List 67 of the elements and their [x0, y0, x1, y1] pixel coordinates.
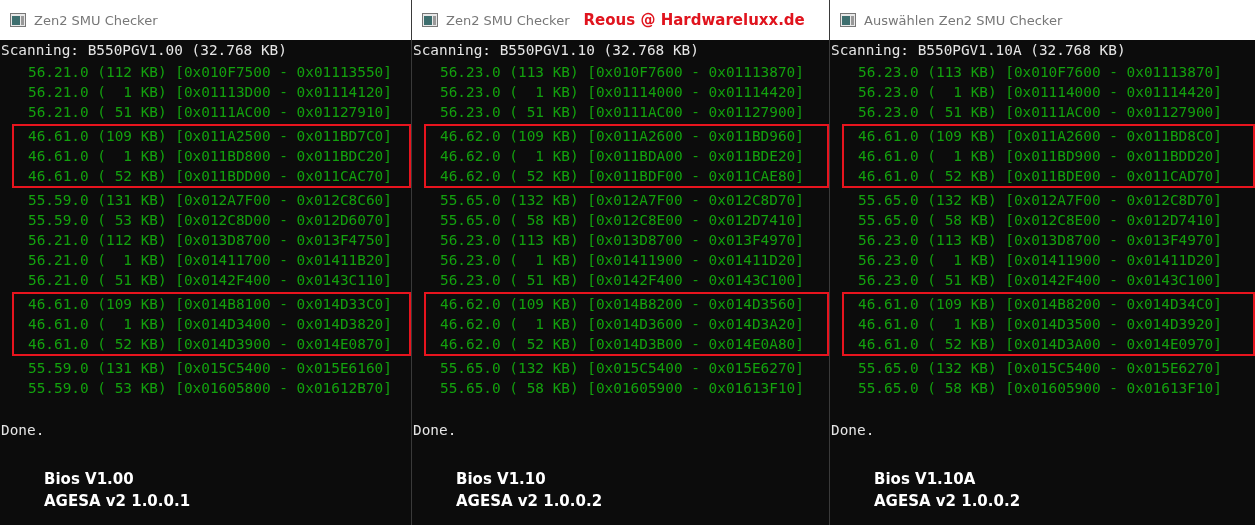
module-entry: 46.61.0 ( 1 KB) [0x014D3400 - 0x014D3820] [28, 316, 392, 332]
module-entry: 56.23.0 ( 51 KB) [0x0142F400 - 0x0143C100] [858, 272, 1222, 288]
window-title: Zen2 SMU Checker [34, 12, 158, 28]
window-title: Zen2 SMU Checker [446, 12, 570, 28]
module-entry: 55.65.0 ( 58 KB) [0x012C8E00 - 0x012D7410] [858, 212, 1222, 228]
module-entry: 55.59.0 (131 KB) [0x012A7F00 - 0x012C8C60] [28, 192, 392, 208]
done-line: Done. [830, 421, 876, 440]
module-entry: 56.21.0 ( 51 KB) [0x0142F400 - 0x0143C110] [28, 272, 392, 288]
module-entry: 56.23.0 ( 51 KB) [0x0111AC00 - 0x01127900] [858, 104, 1222, 120]
module-entry: 46.62.0 ( 52 KB) [0x014D3B00 - 0x014E0A80] [440, 336, 804, 352]
console-app-icon [840, 13, 856, 27]
console-app-icon [422, 13, 438, 27]
module-entry: 46.61.0 (109 KB) [0x011A2600 - 0x011BD8C0] [858, 128, 1222, 144]
module-entry: 46.62.0 (109 KB) [0x011A2600 - 0x011BD960] [440, 128, 804, 144]
version-note: Bios V1.00 [44, 470, 135, 488]
module-entry: 46.61.0 ( 1 KB) [0x014D3500 - 0x014D3920] [858, 316, 1222, 332]
module-entry: 46.62.0 ( 1 KB) [0x011BDA00 - 0x011BDE20] [440, 148, 804, 164]
module-entry: 55.65.0 (132 KB) [0x015C5400 - 0x015E6270] [440, 360, 804, 376]
version-note: AGESA v2 1.0.0.2 [456, 492, 604, 510]
module-entry: 56.23.0 (113 KB) [0x010F7600 - 0x01113870] [858, 64, 1222, 80]
module-entry: 46.61.0 ( 52 KB) [0x011BDE00 - 0x011CAD70] [858, 168, 1222, 184]
module-entry: 46.61.0 ( 52 KB) [0x011BDD00 - 0x011CAC70] [28, 168, 392, 184]
module-entry: 55.65.0 ( 58 KB) [0x01605900 - 0x01613F10] [440, 380, 804, 396]
module-entry: 56.23.0 ( 1 KB) [0x01411900 - 0x01411D20] [858, 252, 1222, 268]
done-line: Done. [412, 421, 458, 440]
module-entry: 56.21.0 (112 KB) [0x010F7500 - 0x01113550] [28, 64, 392, 80]
module-entry: 56.21.0 ( 51 KB) [0x0111AC00 - 0x01127910] [28, 104, 392, 120]
console-app-icon [10, 13, 26, 27]
module-entry: 56.21.0 ( 1 KB) [0x01411700 - 0x01411B20] [28, 252, 392, 268]
module-entry: 46.61.0 ( 1 KB) [0x011BD900 - 0x011BDD20] [858, 148, 1222, 164]
module-entry: 55.65.0 (132 KB) [0x015C5400 - 0x015E6270] [858, 360, 1222, 376]
module-entry: 46.61.0 ( 52 KB) [0x014D3900 - 0x014E0870] [28, 336, 392, 352]
module-entry: 55.65.0 (132 KB) [0x012A7F00 - 0x012C8D70] [858, 192, 1222, 208]
module-entry: 46.62.0 (109 KB) [0x014B8200 - 0x014D3560] [440, 296, 804, 312]
scanning-line: Scanning: B550PGV1.10 (32.768 KB) [412, 41, 700, 60]
module-entry: 56.21.0 (112 KB) [0x013D8700 - 0x013F4750] [28, 232, 392, 248]
module-entry: 56.23.0 (113 KB) [0x013D8700 - 0x013F4970] [858, 232, 1222, 248]
module-entry: 56.23.0 ( 1 KB) [0x01114000 - 0x01114420] [440, 84, 804, 100]
scanning-line: Scanning: B550PGV1.00 (32.768 KB) [0, 41, 288, 60]
module-entry: 46.62.0 ( 52 KB) [0x011BDF00 - 0x011CAE80] [440, 168, 804, 184]
module-entry: 56.23.0 ( 1 KB) [0x01114000 - 0x01114420] [858, 84, 1222, 100]
window-title: Auswählen Zen2 SMU Checker [864, 12, 1063, 28]
version-note: AGESA v2 1.0.0.1 [44, 492, 192, 510]
module-entry: 55.65.0 ( 58 KB) [0x012C8E00 - 0x012D7410] [440, 212, 804, 228]
version-note: AGESA v2 1.0.0.2 [874, 492, 1022, 510]
module-entry: 55.65.0 (132 KB) [0x012A7F00 - 0x012C8D70] [440, 192, 804, 208]
module-entry: 55.59.0 ( 53 KB) [0x01605800 - 0x01612B70] [28, 380, 392, 396]
version-note: Bios V1.10 [456, 470, 547, 488]
module-entry: 46.61.0 (109 KB) [0x011A2500 - 0x011BD7C0] [28, 128, 392, 144]
module-entry: 56.23.0 ( 51 KB) [0x0142F400 - 0x0143C100] [440, 272, 804, 288]
version-note: Bios V1.10A [874, 470, 977, 488]
module-entry: 46.61.0 ( 52 KB) [0x014D3A00 - 0x014E0970] [858, 336, 1222, 352]
module-entry: 55.59.0 ( 53 KB) [0x012C8D00 - 0x012D6070] [28, 212, 392, 228]
module-entry: 46.61.0 ( 1 KB) [0x011BD800 - 0x011BDC20] [28, 148, 392, 164]
author-caption: Reous @ Hardwareluxx.de [583, 11, 805, 29]
module-entry: 56.23.0 ( 51 KB) [0x0111AC00 - 0x01127900] [440, 104, 804, 120]
module-entry: 55.59.0 (131 KB) [0x015C5400 - 0x015E6160] [28, 360, 392, 376]
scanning-line: Scanning: B550PGV1.10A (32.768 KB) [830, 41, 1127, 60]
module-entry: 46.61.0 (109 KB) [0x014B8200 - 0x014D34C0] [858, 296, 1222, 312]
module-entry: 56.23.0 ( 1 KB) [0x01411900 - 0x01411D20] [440, 252, 804, 268]
module-entry: 56.23.0 (113 KB) [0x010F7600 - 0x01113870] [440, 64, 804, 80]
module-entry: 56.23.0 (113 KB) [0x013D8700 - 0x013F4970] [440, 232, 804, 248]
module-entry: 56.21.0 ( 1 KB) [0x01113D00 - 0x01114120] [28, 84, 392, 100]
done-line: Done. [0, 421, 46, 440]
module-entry: 46.61.0 (109 KB) [0x014B8100 - 0x014D33C0] [28, 296, 392, 312]
module-entry: 55.65.0 ( 58 KB) [0x01605900 - 0x01613F10] [858, 380, 1222, 396]
module-entry: 46.62.0 ( 1 KB) [0x014D3600 - 0x014D3A20] [440, 316, 804, 332]
